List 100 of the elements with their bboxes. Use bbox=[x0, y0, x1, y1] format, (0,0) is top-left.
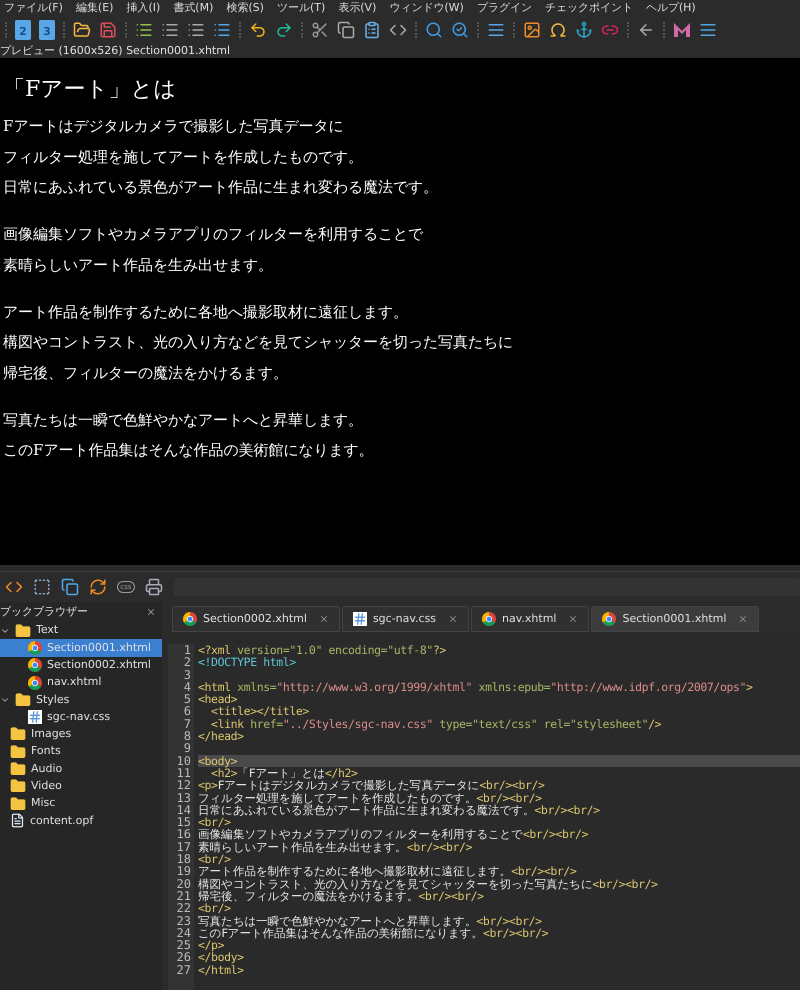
line-number: 15 bbox=[176, 816, 191, 828]
preview-text: 日常にあふれている景色がアート作品に生まれ変わる魔法です。 bbox=[3, 177, 438, 198]
browser-file-icon bbox=[602, 612, 616, 626]
editor-tab[interactable]: sgc-nav.css bbox=[342, 606, 470, 632]
code-text: <br/><br/> bbox=[511, 865, 576, 878]
preview-text: 素晴らしいアート作品を生み出せます。 bbox=[3, 254, 273, 276]
line-number: 1 bbox=[184, 644, 191, 656]
line-number: 18 bbox=[176, 853, 191, 866]
tree-item[interactable]: Section0002.xhtml bbox=[0, 656, 162, 674]
line-number: 2 bbox=[184, 656, 191, 669]
copy-icon bbox=[337, 21, 355, 39]
browser-file-icon bbox=[482, 612, 496, 626]
browser-file-icon bbox=[28, 658, 42, 672]
editor-tab[interactable]: Section0001.xhtml bbox=[591, 606, 760, 632]
panel-title: ブックブラウザー bbox=[0, 604, 88, 620]
tree-item[interactable]: Misc bbox=[0, 794, 162, 812]
code-text: <p> bbox=[198, 779, 218, 792]
tree-item[interactable]: Video bbox=[0, 778, 162, 795]
code-text: type="text/css" rel="stylesheet" bbox=[438, 718, 648, 730]
preview-text: 構図やコントラスト、光の入り方などを見てシャッターを切った写真たちに bbox=[3, 332, 513, 354]
code-text: <title></title> bbox=[210, 705, 309, 718]
code-text: "http://www.w3.org/1999/xhtml" bbox=[276, 680, 472, 694]
editor-tab[interactable]: nav.xhtml bbox=[471, 606, 590, 632]
code-text: </p> bbox=[198, 939, 224, 952]
folder-icon bbox=[10, 726, 26, 742]
code-text: <br/><br/> bbox=[418, 890, 484, 902]
line-number: 26 bbox=[176, 951, 191, 964]
refresh-icon bbox=[89, 578, 107, 596]
menu-item[interactable]: チェックポイント bbox=[544, 0, 633, 16]
preview-text: アート作品を制作するために各地へ撮影取材に遠征します。 bbox=[3, 302, 408, 323]
folder-icon bbox=[73, 21, 91, 39]
tree-item[interactable]: Audio bbox=[0, 760, 162, 778]
preview-text: フィルター処理を施してアートを作成したものです。 bbox=[3, 146, 363, 168]
anchor-icon bbox=[575, 21, 593, 39]
line-number: 27 bbox=[176, 964, 191, 976]
code-text: <?xml bbox=[198, 644, 232, 656]
tree-item[interactable]: content.opf bbox=[0, 812, 162, 830]
code-text: <br/><br/> bbox=[534, 804, 600, 816]
code-text: </head> bbox=[198, 730, 244, 742]
code-text: href= bbox=[250, 718, 283, 730]
preview-text: このFアート作品集はそんな作品の美術館になります。 bbox=[3, 440, 374, 462]
close-icon[interactable] bbox=[448, 614, 458, 624]
tree-item[interactable]: sgc-nav.css bbox=[0, 708, 162, 726]
tree-item[interactable]: Fonts bbox=[0, 743, 162, 760]
code-text: version="1.0" encoding="utf-8" bbox=[237, 644, 433, 656]
code-text: Fアートはデジタルカメラで撮影した写真データに bbox=[218, 779, 480, 792]
tree-item[interactable]: Images bbox=[0, 726, 162, 744]
code-text: > bbox=[746, 680, 753, 694]
menu-item[interactable]: ファイル(F) bbox=[4, 0, 63, 16]
code-text: <br/><br/> bbox=[406, 840, 472, 854]
menu-item[interactable]: ツール(T) bbox=[276, 0, 326, 16]
line-number: 17 bbox=[176, 840, 191, 854]
code-text: フィルター処理を施してアートを作成したものです。 bbox=[198, 792, 476, 804]
m-shape-icon bbox=[673, 22, 691, 38]
close-icon[interactable] bbox=[318, 614, 329, 624]
line-number: 16 bbox=[176, 828, 191, 841]
print-icon bbox=[145, 578, 163, 596]
browser-file-icon bbox=[28, 676, 42, 690]
menu-item[interactable]: ウィンドウ(W) bbox=[389, 0, 464, 16]
line-number: 21 bbox=[176, 890, 191, 902]
menu-item[interactable]: ヘルプ(H) bbox=[646, 0, 696, 16]
code-text: <br/> bbox=[198, 902, 231, 915]
tree-item[interactable]: Styles bbox=[0, 691, 162, 708]
close-icon[interactable] bbox=[568, 614, 578, 624]
tree-item[interactable]: Text bbox=[0, 622, 162, 640]
code-text: 素晴らしいアート作品を生み出せます。 bbox=[198, 840, 407, 854]
code-text: <br/><br/> bbox=[592, 878, 658, 890]
code-text: </body> bbox=[198, 951, 244, 964]
menu-item[interactable]: 書式(M) bbox=[173, 0, 214, 16]
folder-icon bbox=[10, 796, 26, 812]
close-icon[interactable] bbox=[738, 614, 748, 624]
code-text: xmlns:epub= bbox=[478, 680, 550, 694]
menu-item[interactable]: 編集(E) bbox=[76, 0, 114, 16]
code-text: ?> bbox=[432, 644, 446, 656]
code-text: "http://www.idpf.org/2007/ops" bbox=[550, 680, 746, 694]
preview-heading: 「Fアート」とは bbox=[3, 76, 176, 104]
preview-text: 画像編集ソフトやカメラアプリのフィルターを利用することで bbox=[3, 224, 423, 246]
line-number: 24 bbox=[176, 926, 191, 940]
line-number: 7 bbox=[184, 718, 191, 730]
code-text: /> bbox=[648, 718, 662, 730]
folder-icon bbox=[10, 744, 26, 760]
editor-tab[interactable]: Section0002.xhtml bbox=[172, 606, 340, 632]
folder-icon bbox=[10, 761, 26, 778]
code-text: 「Fアート」とは bbox=[237, 766, 325, 780]
folder-icon bbox=[15, 622, 31, 639]
search-check-icon bbox=[451, 21, 469, 39]
line-number: 10 bbox=[176, 754, 191, 767]
tree-item[interactable]: nav.xhtml bbox=[0, 674, 162, 692]
select-icon bbox=[33, 578, 51, 596]
code-text: <link bbox=[210, 718, 245, 730]
line-number: 13 bbox=[176, 792, 191, 804]
menu-item[interactable]: 挿入(I) bbox=[126, 0, 160, 16]
close-icon[interactable] bbox=[146, 607, 156, 617]
cut-icon bbox=[311, 21, 329, 39]
paste-icon bbox=[363, 21, 381, 39]
code-text: <br/> bbox=[198, 816, 231, 828]
menu-item[interactable]: 検索(S) bbox=[226, 0, 264, 16]
menu-item[interactable]: 表示(V) bbox=[338, 0, 376, 16]
menu-item[interactable]: プラグイン bbox=[476, 0, 532, 16]
code-text: 日常にあふれている景色がアート作品に生まれ変わる魔法です。 bbox=[198, 804, 534, 816]
